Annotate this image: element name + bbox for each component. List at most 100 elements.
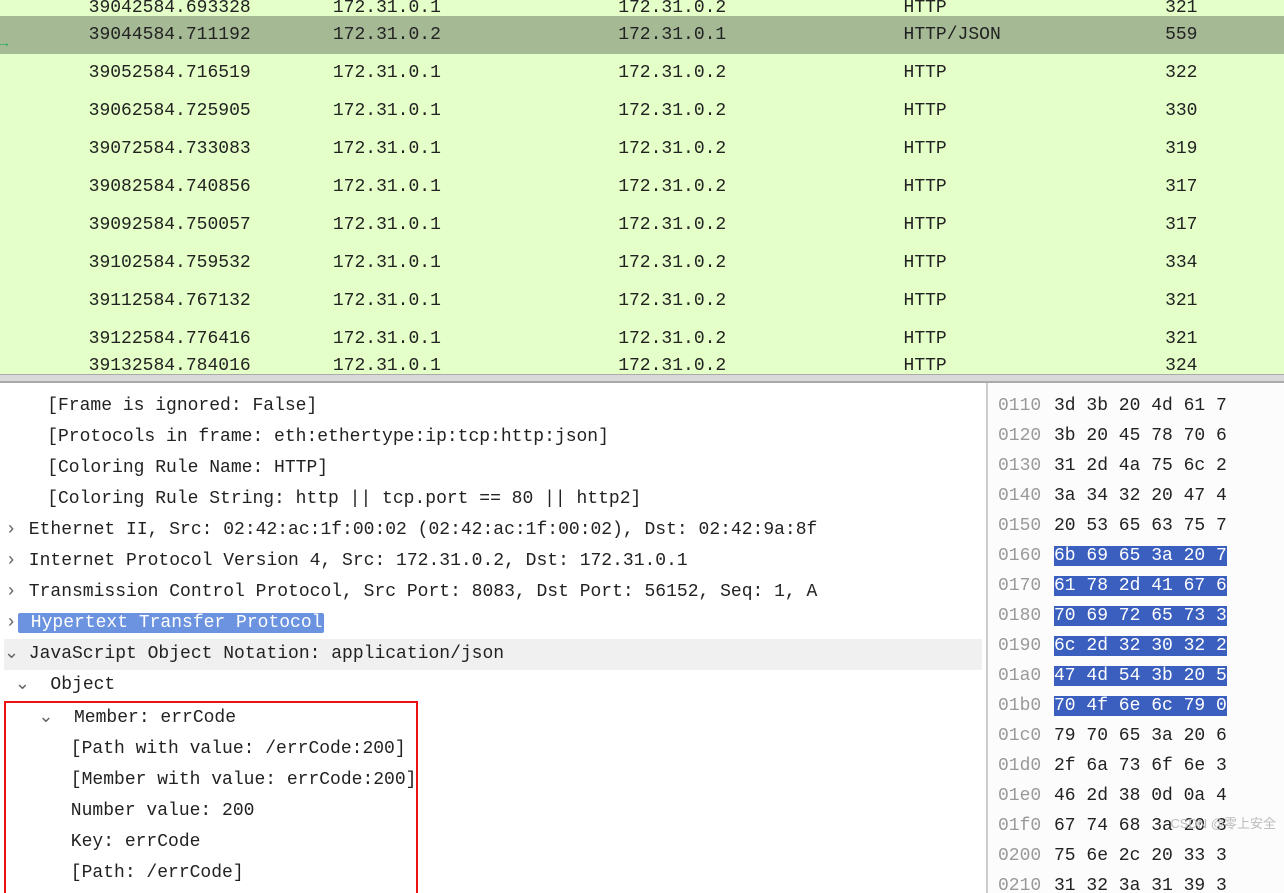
cell-dst: 172.31.0.2 — [618, 54, 903, 92]
hex-bytes: 6c 2d 32 30 32 2 — [1054, 636, 1227, 656]
hex-bytes: 70 69 72 65 73 3 — [1054, 606, 1227, 626]
cell-no: 39122 — [0, 320, 143, 358]
cell-time: 584.693328 — [143, 0, 333, 16]
chevron-down-icon[interactable]: ⌄ — [15, 670, 29, 701]
cell-proto: HTTP — [904, 168, 1166, 206]
hex-row[interactable]: 01606b 69 65 3a 20 7 — [998, 541, 1284, 571]
hex-row[interactable]: 01a047 4d 54 3b 20 5 — [998, 661, 1284, 691]
chevron-right-icon[interactable]: › — [4, 546, 18, 577]
packet-row[interactable]: 39052584.716519172.31.0.1172.31.0.2HTTP3… — [0, 54, 1284, 92]
packet-details-pane[interactable]: [Frame is ignored: False] [Protocols in … — [0, 383, 986, 893]
hex-row[interactable]: 01403a 34 32 20 47 4 — [998, 481, 1284, 511]
cell-src: 172.31.0.1 — [333, 130, 618, 168]
packet-list[interactable]: 39042584.693328172.31.0.1172.31.0.2HTTP3… — [0, 0, 1284, 374]
chevron-down-icon[interactable]: ⌄ — [38, 703, 52, 734]
hex-offset: 0180 — [998, 601, 1054, 631]
cell-src: 172.31.0.1 — [333, 358, 618, 374]
cell-no: 39042 — [0, 0, 143, 16]
frame-ignored: [Frame is ignored: False] — [4, 391, 982, 422]
cell-time: 584.767132 — [143, 282, 333, 320]
cell-len: 334 — [1165, 244, 1284, 282]
hex-row[interactable]: 01e046 2d 38 0d 0a 4 — [998, 781, 1284, 811]
hex-bytes: 3a 34 32 20 47 4 — [1054, 486, 1227, 506]
packet-row[interactable]: 39072584.733083172.31.0.1172.31.0.2HTTP3… — [0, 130, 1284, 168]
cell-time: 584.759532 — [143, 244, 333, 282]
cell-src: 172.31.0.1 — [333, 282, 618, 320]
cell-time: 584.733083 — [143, 130, 333, 168]
json-member-errcode[interactable]: ⌄ Member: errCode — [6, 703, 416, 734]
hex-offset: 0130 — [998, 451, 1054, 481]
cell-time: 584.725905 — [143, 92, 333, 130]
chevron-right-icon[interactable]: › — [4, 515, 18, 546]
tcp-layer[interactable]: › Transmission Control Protocol, Src Por… — [4, 577, 982, 608]
cell-dst: 172.31.0.2 — [618, 320, 903, 358]
json-layer[interactable]: ⌄ JavaScript Object Notation: applicatio… — [4, 639, 982, 670]
hex-offset: 0190 — [998, 631, 1054, 661]
cell-src: 172.31.0.1 — [333, 92, 618, 130]
json-object[interactable]: ⌄ Object — [4, 670, 982, 701]
cell-time: 584.740856 — [143, 168, 333, 206]
chevron-right-icon[interactable]: › — [4, 608, 18, 639]
packet-row[interactable]: 39092584.750057172.31.0.1172.31.0.2HTTP3… — [0, 206, 1284, 244]
cell-time: 584.716519 — [143, 54, 333, 92]
chevron-down-icon[interactable]: ⌄ — [4, 639, 18, 670]
hex-offset: 0200 — [998, 841, 1054, 871]
packet-row[interactable]: 39062584.725905172.31.0.1172.31.0.2HTTP3… — [0, 92, 1284, 130]
json-path: [Path: /errCode] — [6, 858, 416, 889]
hex-offset: 01b0 — [998, 691, 1054, 721]
http-layer[interactable]: › Hypertext Transfer Protocol — [4, 608, 982, 639]
hex-offset: 01a0 — [998, 661, 1054, 691]
chevron-right-icon[interactable]: › — [4, 577, 18, 608]
cell-no: 39052 — [0, 54, 143, 92]
cell-proto: HTTP — [904, 282, 1166, 320]
hex-row[interactable]: 021031 32 3a 31 39 3 — [998, 871, 1284, 893]
hex-offset: 0120 — [998, 421, 1054, 451]
json-key: Key: errCode — [6, 827, 416, 858]
hex-bytes: 20 53 65 63 75 7 — [1054, 516, 1227, 536]
current-frame-marker: → — [0, 36, 8, 52]
cell-dst: 172.31.0.2 — [618, 206, 903, 244]
hex-row[interactable]: 01906c 2d 32 30 32 2 — [998, 631, 1284, 661]
hex-row[interactable]: 01b070 4f 6e 6c 79 0 — [998, 691, 1284, 721]
hex-offset: 01c0 — [998, 721, 1054, 751]
cell-no: 39044 — [0, 16, 143, 54]
cell-no: 39092 — [0, 206, 143, 244]
cell-proto: HTTP — [904, 54, 1166, 92]
hex-bytes: 79 70 65 3a 20 6 — [1054, 726, 1227, 746]
coloring-rule-name: [Coloring Rule Name: HTTP] — [4, 453, 982, 484]
cell-src: 172.31.0.1 — [333, 54, 618, 92]
hex-row[interactable]: 01203b 20 45 78 70 6 — [998, 421, 1284, 451]
cell-dst: 172.31.0.2 — [618, 0, 903, 16]
hex-row[interactable]: 013031 2d 4a 75 6c 2 — [998, 451, 1284, 481]
hex-row[interactable]: 01d02f 6a 73 6f 6e 3 — [998, 751, 1284, 781]
cell-dst: 172.31.0.2 — [618, 244, 903, 282]
packet-row[interactable]: 39132584.784016172.31.0.1172.31.0.2HTTP3… — [0, 358, 1284, 374]
packet-row[interactable]: 39082584.740856172.31.0.1172.31.0.2HTTP3… — [0, 168, 1284, 206]
highlighted-json-member: ⌄ Member: errCode [Path with value: /err… — [4, 701, 418, 893]
ip-layer[interactable]: › Internet Protocol Version 4, Src: 172.… — [4, 546, 982, 577]
packet-row[interactable]: 39044584.711192172.31.0.2172.31.0.1HTTP/… — [0, 16, 1284, 54]
cell-no: 39062 — [0, 92, 143, 130]
hex-row[interactable]: 018070 69 72 65 73 3 — [998, 601, 1284, 631]
packet-row[interactable]: 39042584.693328172.31.0.1172.31.0.2HTTP3… — [0, 0, 1284, 16]
cell-proto: HTTP — [904, 130, 1166, 168]
packet-row[interactable]: 39122584.776416172.31.0.1172.31.0.2HTTP3… — [0, 320, 1284, 358]
json-number-value: Number value: 200 — [6, 796, 416, 827]
protocols-in-frame: [Protocols in frame: eth:ethertype:ip:tc… — [4, 422, 982, 453]
packet-row[interactable]: 39102584.759532172.31.0.1172.31.0.2HTTP3… — [0, 244, 1284, 282]
cell-no: 39132 — [0, 358, 143, 374]
ethernet-layer[interactable]: › Ethernet II, Src: 02:42:ac:1f:00:02 (0… — [4, 515, 982, 546]
cell-len: 321 — [1165, 282, 1284, 320]
cell-dst: 172.31.0.2 — [618, 358, 903, 374]
hex-row[interactable]: 015020 53 65 63 75 7 — [998, 511, 1284, 541]
hex-row[interactable]: 020075 6e 2c 20 33 3 — [998, 841, 1284, 871]
hex-bytes: 75 6e 2c 20 33 3 — [1054, 846, 1227, 866]
watermark: CSDN @零上安全 — [1170, 813, 1276, 832]
cell-len: 321 — [1165, 0, 1284, 16]
json-member-with-value: [Member with value: errCode:200] — [6, 765, 416, 796]
packet-row[interactable]: 39112584.767132172.31.0.1172.31.0.2HTTP3… — [0, 282, 1284, 320]
hex-offset: 0150 — [998, 511, 1054, 541]
hex-row[interactable]: 017061 78 2d 41 67 6 — [998, 571, 1284, 601]
hex-row[interactable]: 01103d 3b 20 4d 61 7 — [998, 391, 1284, 421]
hex-row[interactable]: 01c079 70 65 3a 20 6 — [998, 721, 1284, 751]
